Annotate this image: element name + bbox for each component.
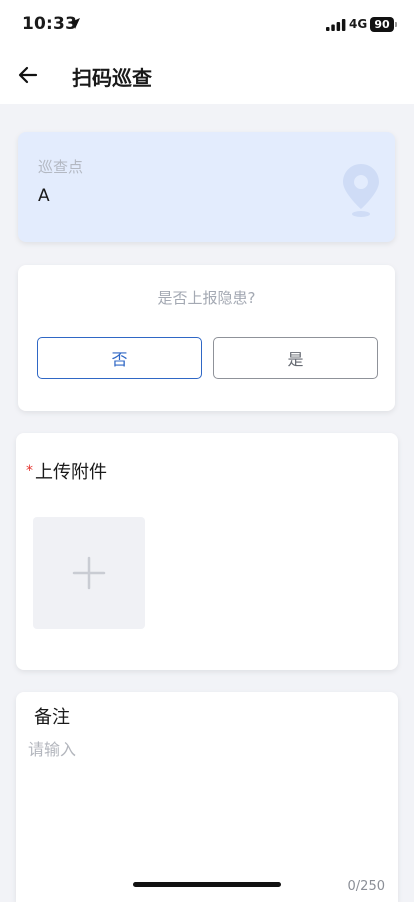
add-attachment-button[interactable]: [33, 517, 145, 629]
patrol-point-value: A: [38, 186, 50, 206]
patrol-point-label: 巡查点: [38, 158, 84, 176]
map-pin-icon: [343, 164, 379, 217]
hazard-report-card: 是否上报隐患? 否 是: [18, 265, 395, 411]
char-counter: 0/250: [347, 879, 385, 894]
network-type: 4G: [349, 17, 368, 31]
battery-level: 90: [374, 18, 390, 31]
arrow-left-icon[interactable]: [17, 64, 39, 86]
required-mark: *: [26, 463, 33, 479]
patrol-point-card: 巡查点 A: [18, 132, 395, 242]
nav-bar: 扫码巡查: [0, 50, 414, 104]
page-title: 扫码巡查: [72, 66, 152, 90]
battery-icon: 90: [370, 17, 394, 32]
status-bar: 10:33 4G 90: [0, 0, 414, 50]
header-area: 10:33 4G 90 扫码巡查: [0, 0, 414, 104]
plus-icon: [72, 556, 106, 590]
remark-input[interactable]: [28, 736, 383, 876]
option-yes-button[interactable]: 是: [213, 337, 378, 379]
signal-icon: [326, 19, 346, 31]
attachment-card: * 上传附件: [16, 433, 398, 670]
attachment-title-text: 上传附件: [35, 462, 107, 483]
hazard-question: 是否上报隐患?: [157, 289, 256, 307]
home-indicator[interactable]: [133, 882, 281, 887]
remark-title: 备注: [34, 707, 70, 728]
option-no-button[interactable]: 否: [37, 337, 202, 379]
remark-card: 备注 0/250: [16, 692, 398, 902]
attachment-title: * 上传附件: [26, 458, 107, 484]
battery-tip: [395, 22, 397, 27]
location-arrow-icon: [69, 18, 80, 29]
